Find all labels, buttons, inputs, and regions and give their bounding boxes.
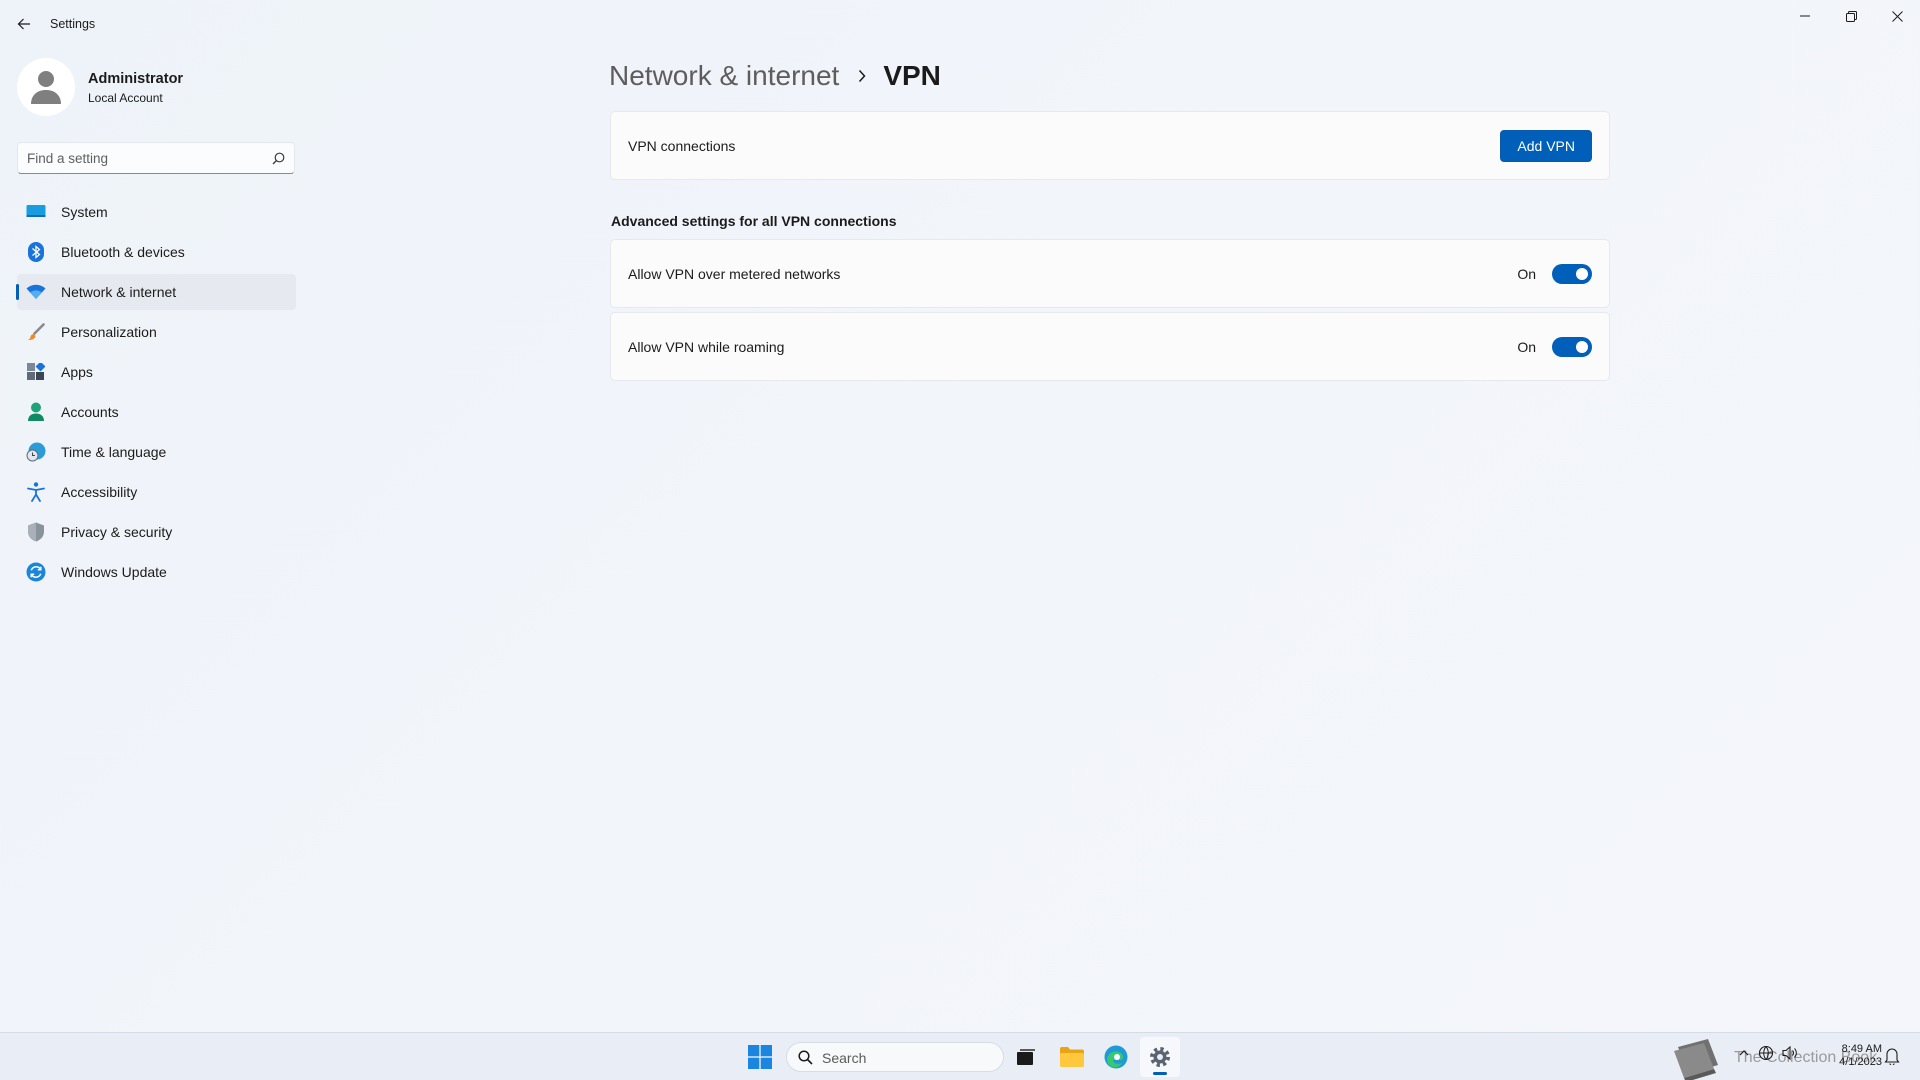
settings-app-button[interactable] (1140, 1037, 1180, 1077)
system-icon (26, 202, 46, 222)
breadcrumb: Network & internet VPN (609, 56, 941, 96)
edge-browser-button[interactable] (1096, 1037, 1136, 1077)
sidebar-item-network-internet[interactable]: Network & internet (16, 274, 296, 310)
search-icon (798, 1050, 813, 1065)
setting-label: Allow VPN while roaming (628, 338, 785, 355)
system-tray (1738, 1045, 1798, 1061)
sidebar-item-time-language[interactable]: Time & language (17, 434, 296, 470)
sidebar-item-windows-update[interactable]: Windows Update (17, 554, 296, 590)
setting-row-roaming: Allow VPN while roaming On (610, 312, 1610, 381)
user-profile-card[interactable]: Administrator Local Account (17, 58, 297, 116)
accounts-icon (26, 402, 46, 422)
book-icon (1674, 1039, 1718, 1080)
app-title: Settings (50, 17, 96, 31)
apps-icon (26, 362, 46, 382)
sidebar-item-system[interactable]: System (17, 194, 296, 230)
toggle-knob (1576, 267, 1588, 280)
gear-icon (1150, 1047, 1170, 1067)
settings-search-input[interactable] (18, 143, 258, 173)
settings-search-box[interactable] (17, 142, 295, 174)
user-name: Administrator (88, 71, 184, 87)
sidebar-item-apps[interactable]: Apps (17, 354, 296, 390)
breadcrumb-parent-link[interactable]: Network & internet (609, 60, 839, 92)
taskbar-clock[interactable]: 8:49 AM 4/1/2023 (1826, 1043, 1882, 1069)
setting-label: Allow VPN over metered networks (628, 265, 841, 282)
title-bar: Settings (0, 0, 1920, 48)
task-view-button[interactable] (1006, 1037, 1046, 1077)
sidebar-item-accounts[interactable]: Accounts (17, 394, 296, 430)
user-account-type: Local Account (88, 91, 163, 105)
setting-row-metered-networks: Allow VPN over metered networks On (610, 239, 1610, 308)
toggle-state-label: On (1517, 338, 1536, 355)
toggle-state-label: On (1517, 265, 1536, 282)
add-vpn-button[interactable]: Add VPN (1500, 129, 1592, 162)
close-icon (1891, 10, 1903, 22)
bluetooth-icon (26, 242, 46, 262)
sidebar-item-personalization[interactable]: Personalization (17, 314, 296, 350)
back-arrow-icon (17, 18, 30, 30)
sidebar-nav: System Bluetooth & devices Network & int… (16, 194, 296, 594)
taskbar-search[interactable]: Search (786, 1042, 1004, 1072)
minimize-button[interactable] (1782, 0, 1828, 32)
chevron-right-icon (857, 69, 867, 83)
wifi-icon (26, 282, 46, 302)
restore-icon (1845, 10, 1857, 22)
search-icon[interactable] (272, 152, 285, 165)
accessibility-icon (26, 482, 46, 502)
taskbar: Search The Collection Book 8:49 AM 4/1/2… (0, 1032, 1920, 1080)
start-button[interactable] (740, 1037, 780, 1077)
person-icon (31, 71, 61, 104)
volume-icon[interactable] (1782, 1045, 1798, 1061)
task-view-icon (1017, 1049, 1035, 1065)
advanced-settings-heading: Advanced settings for all VPN connection… (611, 213, 897, 229)
restore-button[interactable] (1828, 0, 1874, 32)
windows-logo-icon (748, 1045, 772, 1069)
avatar (17, 58, 75, 116)
page-title: VPN (883, 60, 941, 91)
chevron-up-icon[interactable] (1738, 1047, 1750, 1059)
edge-icon (1104, 1045, 1128, 1069)
notification-icon[interactable] (1884, 1047, 1900, 1065)
file-explorer-button[interactable] (1052, 1037, 1092, 1077)
vpn-connections-label: VPN connections (628, 137, 736, 154)
close-button[interactable] (1874, 0, 1920, 32)
shield-icon (26, 522, 46, 542)
network-globe-icon[interactable] (1758, 1045, 1774, 1061)
sidebar-item-bluetooth-devices[interactable]: Bluetooth & devices (17, 234, 296, 270)
taskbar-search-label: Search (822, 1050, 867, 1066)
globe-clock-icon (26, 442, 46, 462)
update-icon (26, 562, 46, 582)
brush-icon (26, 322, 46, 342)
clock-time: 8:49 AM (1841, 1043, 1882, 1055)
toggle-knob (1576, 340, 1588, 353)
sidebar-item-accessibility[interactable]: Accessibility (17, 474, 296, 510)
window-controls (1782, 0, 1920, 32)
back-button[interactable] (10, 10, 38, 38)
vpn-connections-card: VPN connections Add VPN (610, 111, 1610, 180)
minimize-icon (1800, 15, 1810, 17)
sidebar-item-privacy-security[interactable]: Privacy & security (17, 514, 296, 550)
metered-networks-toggle[interactable] (1552, 263, 1592, 284)
clock-date: 4/1/2023 (1839, 1056, 1882, 1068)
roaming-toggle[interactable] (1552, 336, 1592, 357)
folder-icon (1060, 1047, 1084, 1067)
